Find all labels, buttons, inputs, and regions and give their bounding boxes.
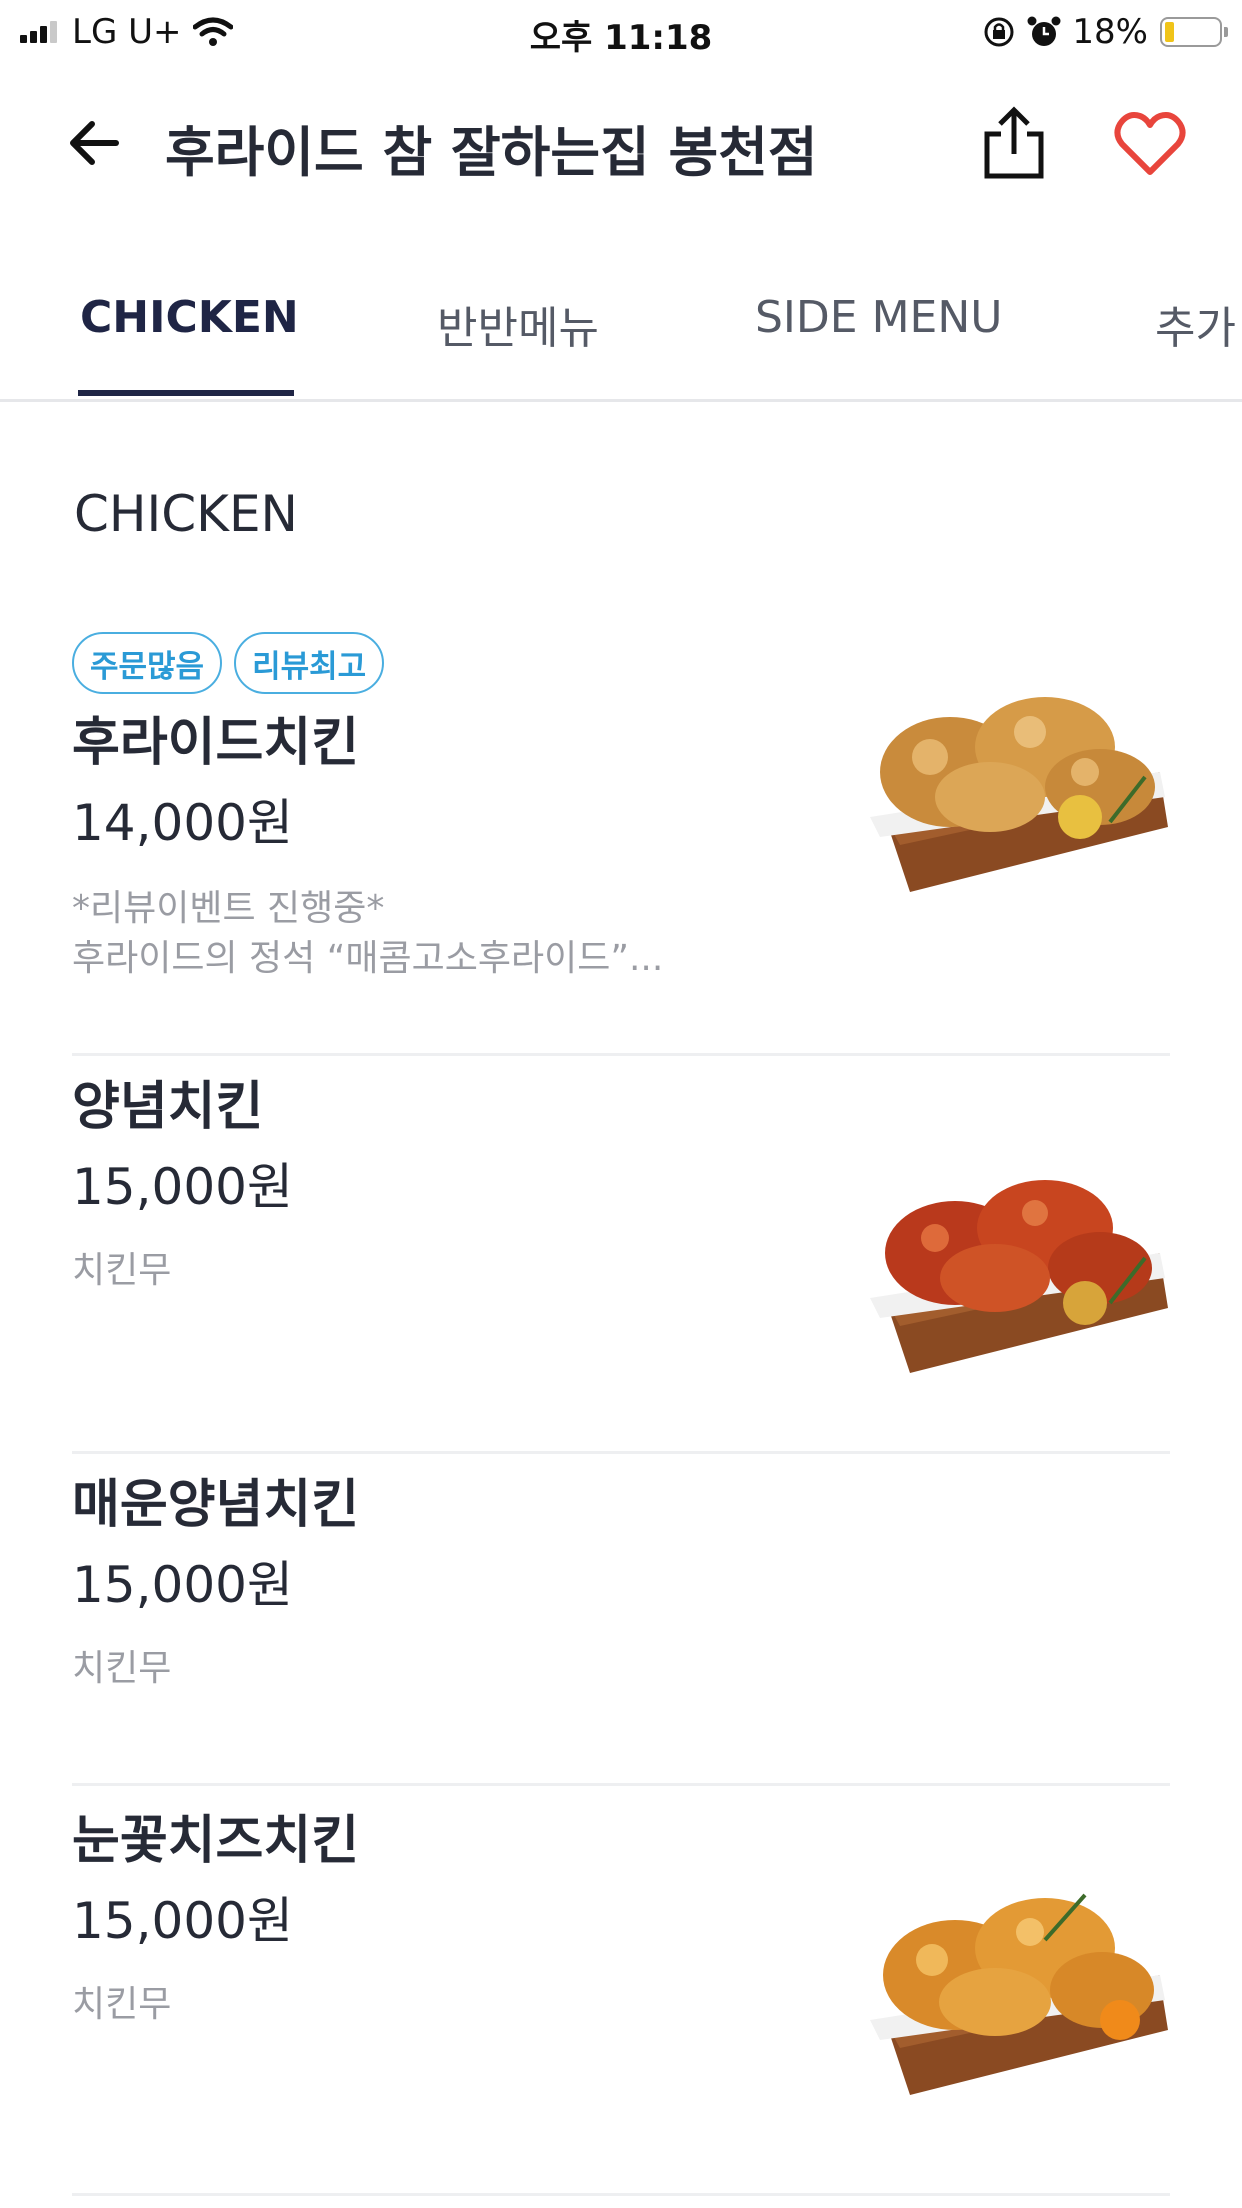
- favorite-button[interactable]: [1112, 106, 1188, 182]
- tab-half-half-menu[interactable]: 반반메뉴: [437, 292, 599, 356]
- rotation-lock-icon: [984, 17, 1014, 47]
- item-name: 양념치킨: [72, 1077, 264, 1137]
- battery-icon: [1160, 17, 1228, 47]
- fried-chicken-image: [870, 697, 1168, 892]
- category-tabs: CHICKEN 반반메뉴 SIDE MENU 추가: [0, 262, 1242, 402]
- tab-side-menu[interactable]: SIDE MENU: [755, 292, 1002, 343]
- item-description: 치킨무: [72, 1648, 172, 1689]
- menu-item-spicy-seasoned-chicken[interactable]: 매운양념치킨 15,000원 치킨무: [72, 1466, 1170, 1786]
- item-name: 눈꽃치즈치킨: [72, 1811, 360, 1871]
- status-bar: LG U+ 오후 11:18 18%: [0, 0, 1242, 62]
- menu-item-fried-chicken[interactable]: 주문많음 리뷰최고 후라이드치킨 14,000원 *리뷰이벤트 진행중* 후라이…: [72, 632, 1170, 1056]
- heart-icon: [1114, 112, 1186, 175]
- badge-most-ordered: 주문많음: [72, 632, 223, 694]
- menu-item-snow-cheese-chicken[interactable]: 눈꽃치즈치킨 15,000원 치킨무: [72, 1802, 1170, 2196]
- page-title: 후라이드 참 잘하는집 봉천점: [165, 121, 818, 184]
- item-price: 15,000원: [72, 1556, 293, 1614]
- item-description-line-2: 후라이드의 정석 “매콤고소후라이드”...: [72, 938, 664, 979]
- tab-chicken[interactable]: CHICKEN: [80, 292, 299, 343]
- back-button[interactable]: [62, 110, 128, 176]
- battery-level-fill: [1165, 22, 1174, 42]
- share-icon: [984, 106, 1044, 179]
- alarm-icon: [1027, 16, 1061, 46]
- badge-best-review: 리뷰최고: [234, 632, 385, 694]
- snow-cheese-chicken-image: [870, 1893, 1168, 2095]
- tab-extra[interactable]: 추가: [1155, 292, 1236, 356]
- section-title: CHICKEN: [74, 485, 298, 543]
- back-arrow-icon: [70, 121, 119, 165]
- seasoned-chicken-image: [870, 1180, 1168, 1373]
- item-name: 매운양념치킨: [72, 1475, 360, 1535]
- share-button[interactable]: [975, 104, 1053, 182]
- battery-percent: 18%: [1072, 12, 1148, 52]
- app-header: 후라이드 참 잘하는집 봉천점: [0, 88, 1242, 198]
- active-tab-indicator: [78, 390, 294, 396]
- menu-item-seasoned-chicken[interactable]: 양념치킨 15,000원 치킨무: [72, 1068, 1170, 1454]
- status-right: 18%: [982, 12, 1228, 52]
